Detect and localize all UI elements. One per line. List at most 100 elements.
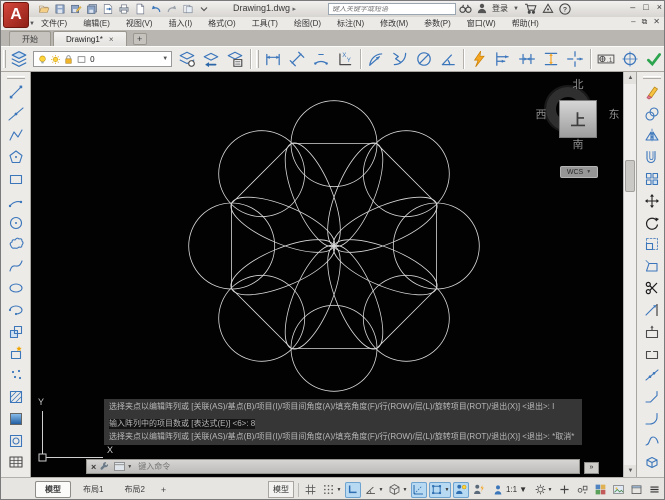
chevron-down-icon[interactable]: ▼ — [378, 487, 383, 493]
radius-dimension-button[interactable] — [364, 48, 388, 70]
menu-7[interactable]: 绘图(D) — [286, 18, 329, 29]
user-icon[interactable] — [477, 3, 487, 14]
toolbar-grip[interactable] — [3, 50, 6, 68]
sign-in-link[interactable]: 登录 — [492, 3, 508, 14]
background-image-button[interactable] — [610, 482, 626, 498]
layer-combo[interactable]: 0 ▼ — [33, 51, 173, 67]
menu-9[interactable]: 修改(M) — [372, 18, 416, 29]
doc-close-button[interactable]: ✕ — [653, 17, 660, 27]
scrollbar-thumb[interactable] — [625, 160, 635, 192]
command-close-icon[interactable]: × — [91, 462, 96, 472]
new-layout-button[interactable]: + — [157, 485, 170, 495]
revision-cloud-button[interactable] — [3, 234, 29, 256]
graphics-performance-button[interactable] — [592, 482, 608, 498]
tolerance-button[interactable]: .1 — [594, 48, 618, 70]
offset-button[interactable] — [639, 146, 665, 168]
jogged-dimension-button[interactable] — [388, 48, 412, 70]
sheet-set-button[interactable] — [181, 3, 194, 15]
compass-south-label[interactable]: 南 — [570, 136, 586, 152]
menu-2[interactable]: 编辑(E) — [75, 18, 118, 29]
polyline-button[interactable] — [3, 125, 29, 147]
ortho-toggle[interactable] — [344, 481, 361, 498]
construction-line-button[interactable] — [3, 103, 29, 125]
autoscale-toggle[interactable] — [471, 482, 487, 498]
array-button[interactable] — [639, 168, 665, 190]
wcs-dropdown[interactable]: WCS ▼ — [560, 166, 598, 178]
copy-button[interactable] — [639, 103, 665, 125]
command-input[interactable] — [136, 461, 575, 472]
rectangle-button[interactable] — [3, 168, 29, 190]
chevron-down-icon[interactable]: ▼ — [548, 487, 553, 493]
menu-8[interactable]: 标注(N) — [329, 18, 372, 29]
arc-length-dimension-button[interactable] — [309, 48, 333, 70]
search-binoculars-icon[interactable] — [459, 3, 472, 14]
viewcube-top-face[interactable]: 上 — [559, 100, 597, 138]
help-search-box[interactable] — [328, 3, 456, 15]
close-button[interactable]: × — [657, 2, 662, 12]
insert-block-button[interactable] — [3, 321, 29, 343]
object-snap-toggle[interactable]: ▼ — [428, 481, 451, 498]
diameter-dimension-button[interactable] — [412, 48, 436, 70]
arc-button[interactable] — [3, 190, 29, 212]
grid-toggle[interactable] — [303, 482, 319, 498]
gradient-button[interactable] — [3, 408, 29, 430]
plus-button[interactable] — [556, 482, 572, 498]
break-at-point-button[interactable] — [639, 321, 665, 343]
dimension-break-button[interactable] — [563, 48, 587, 70]
baseline-dimension-button[interactable] — [491, 48, 515, 70]
menu-4[interactable]: 插入(I) — [161, 18, 201, 29]
extend-button[interactable] — [639, 299, 665, 321]
layer-properties-button[interactable] — [8, 48, 30, 70]
menu-10[interactable]: 参数(P) — [416, 18, 459, 29]
export-button[interactable] — [101, 3, 114, 15]
toolbar-grip[interactable] — [642, 76, 661, 79]
help-icon[interactable]: ? — [559, 2, 571, 15]
search-input[interactable] — [329, 5, 455, 13]
chevron-down-icon[interactable]: ▼ — [513, 6, 519, 12]
ellipse-arc-button[interactable] — [3, 299, 29, 321]
plot-button[interactable] — [117, 3, 130, 15]
region-button[interactable] — [3, 430, 29, 452]
snap-toggle[interactable]: ▼ — [321, 482, 343, 498]
compass-east-label[interactable]: 东 — [606, 106, 622, 122]
blend-curves-button[interactable] — [639, 430, 665, 452]
layout-tab-3[interactable]: 布局2 — [115, 482, 153, 497]
explode-button[interactable] — [639, 452, 665, 474]
store-cart-icon[interactable] — [524, 3, 537, 14]
undo-button[interactable] — [149, 3, 162, 15]
vertical-scrollbar[interactable]: ▲ ▼ — [623, 72, 637, 477]
point-button[interactable] — [3, 364, 29, 386]
chevron-down-icon[interactable]: ▼ — [402, 487, 407, 493]
drawing-canvas[interactable]: 上 北 南 西 东 WCS ▼ Y X 选择夹点以编辑阵列或 [关联(AS)/基点… — [31, 72, 623, 477]
ordinate-dimension-button[interactable]: XY — [333, 48, 357, 70]
mirror-button[interactable] — [639, 125, 665, 147]
dimension-space-button[interactable] — [539, 48, 563, 70]
redo-button[interactable] — [165, 3, 178, 15]
save-as-button[interactable] — [69, 3, 82, 15]
new-tab-button[interactable]: + — [132, 33, 147, 45]
doc-minimize-button[interactable]: ‒ — [631, 17, 635, 27]
layout-tab-2[interactable]: 布局1 — [74, 482, 112, 497]
rotate-button[interactable] — [639, 212, 665, 234]
chevron-down-icon[interactable]: ▼ — [162, 56, 168, 62]
tab-drawing1[interactable]: Drawing1* × — [53, 31, 127, 46]
continue-dimension-button[interactable] — [515, 48, 539, 70]
maximize-button[interactable]: □ — [643, 2, 648, 12]
menu-1[interactable]: 文件(F) — [33, 18, 75, 29]
osnap-tracking-toggle[interactable] — [410, 481, 427, 498]
move-button[interactable] — [639, 190, 665, 212]
isolate-objects-button[interactable] — [574, 482, 590, 498]
chevron-down-icon[interactable]: ▼ — [444, 487, 449, 493]
application-menu-button[interactable]: A ▼ — [3, 2, 35, 28]
clean-screen-button[interactable] — [628, 482, 644, 498]
command-expand-button[interactable]: » — [584, 462, 599, 474]
compass-north-label[interactable]: 北 — [570, 76, 586, 92]
save-button[interactable] — [53, 3, 66, 15]
layer-states-button[interactable] — [223, 48, 247, 70]
exchange-apps-icon[interactable] — [542, 3, 554, 14]
table-button[interactable] — [3, 452, 29, 474]
dimension-update-button[interactable] — [642, 48, 664, 70]
scale-button[interactable] — [639, 234, 665, 256]
compass-west-label[interactable]: 西 — [533, 106, 549, 122]
save-all-button[interactable] — [85, 3, 98, 15]
